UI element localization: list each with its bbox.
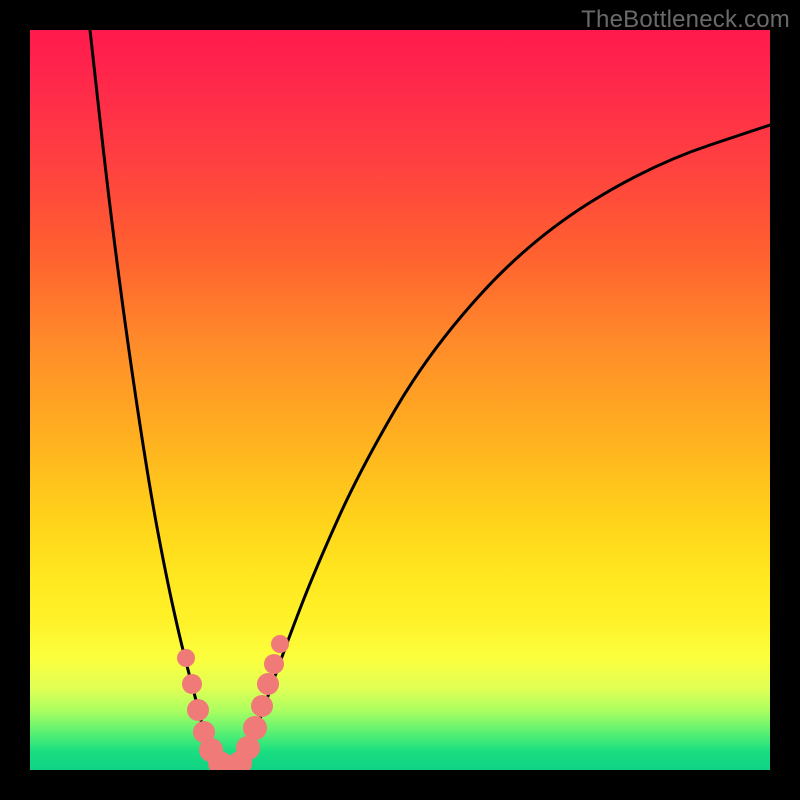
curve-right-branch bbox=[240, 125, 770, 768]
marker-group bbox=[177, 635, 289, 770]
marker-dot bbox=[228, 751, 252, 770]
marker-dot bbox=[243, 716, 267, 740]
marker-dot bbox=[182, 674, 202, 694]
marker-dot bbox=[271, 635, 289, 653]
chart-frame: TheBottleneck.com bbox=[0, 0, 800, 800]
chart-svg bbox=[30, 30, 770, 770]
marker-dot bbox=[199, 738, 223, 762]
watermark-text: TheBottleneck.com bbox=[581, 6, 790, 34]
marker-dot bbox=[257, 673, 279, 695]
marker-dot bbox=[236, 736, 260, 760]
curve-group bbox=[90, 30, 770, 768]
curve-left-branch bbox=[90, 30, 220, 768]
chart-plot-area bbox=[30, 30, 770, 770]
marker-dot bbox=[208, 751, 232, 770]
marker-dot bbox=[218, 755, 242, 770]
marker-dot bbox=[251, 695, 273, 717]
marker-dot bbox=[177, 649, 195, 667]
marker-dot bbox=[193, 721, 215, 743]
marker-dot bbox=[187, 699, 209, 721]
marker-dot bbox=[264, 654, 284, 674]
